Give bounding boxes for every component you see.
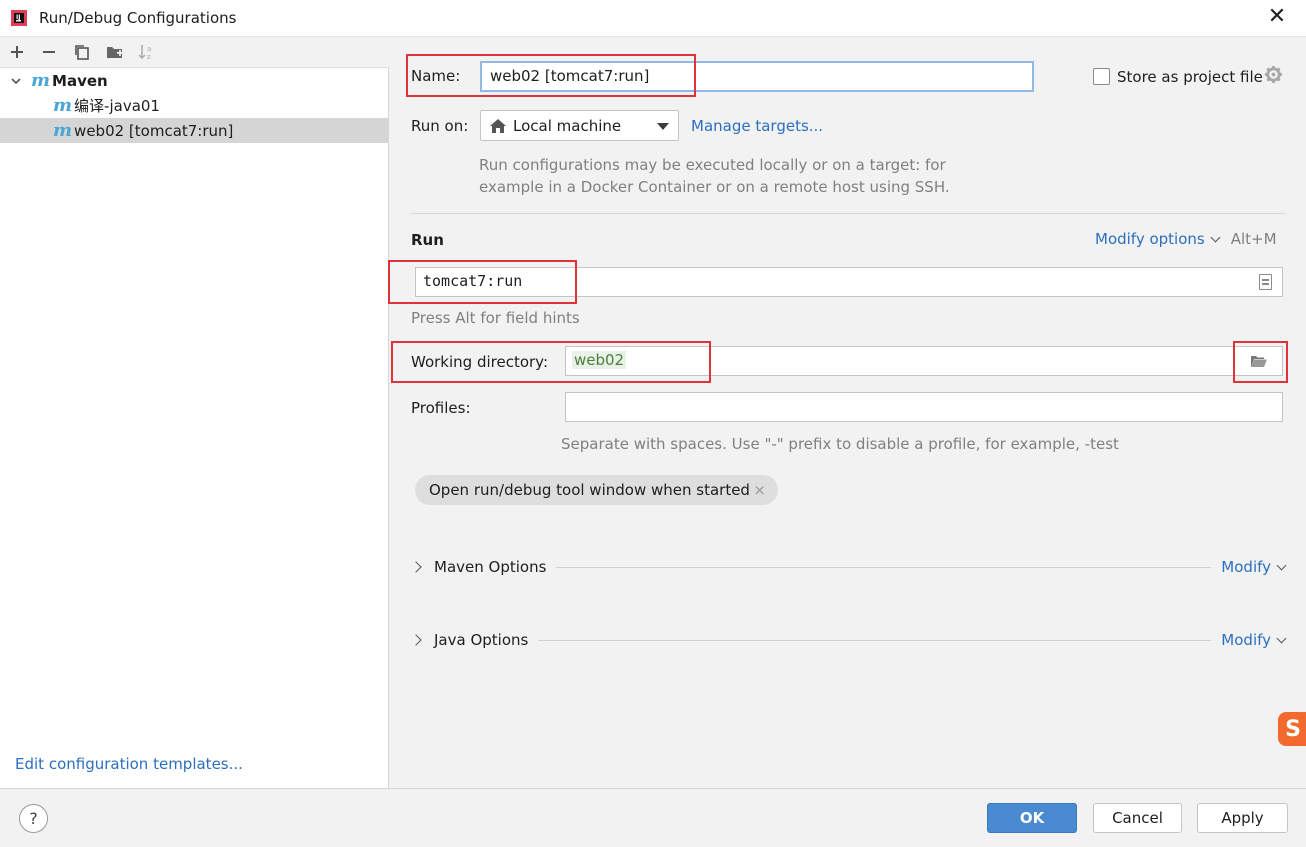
configurations-tree-panel: az m Maven m 编译-java01 m web02 [tomcat7:… <box>0 37 389 788</box>
maven-options-modify-link[interactable]: Modify <box>1221 558 1287 576</box>
chevron-down-icon <box>1210 232 1221 242</box>
manage-targets-link[interactable]: Manage targets... <box>691 117 823 135</box>
gear-icon[interactable] <box>1264 65 1283 84</box>
tree-toolbar: az <box>0 37 389 68</box>
java-options-modify-link[interactable]: Modify <box>1221 631 1287 649</box>
modify-options-dropdown[interactable]: Modify options Alt+M <box>1095 230 1277 248</box>
modify-label: Modify <box>1221 558 1271 576</box>
profiles-input[interactable] <box>565 392 1283 422</box>
intellij-app-icon: IJ <box>11 10 27 26</box>
run-on-label: Run on: <box>411 117 469 135</box>
apply-button[interactable]: Apply <box>1197 803 1288 833</box>
window-title: Run/Debug Configurations <box>39 9 237 27</box>
java-options-section[interactable]: Java Options Modify <box>410 628 1287 652</box>
chevron-right-icon <box>410 561 422 573</box>
maven-icon: m <box>53 120 73 141</box>
run-on-value: Local machine <box>513 116 622 135</box>
chevron-down-icon[interactable] <box>10 75 22 87</box>
maven-options-label: Maven Options <box>434 558 547 576</box>
run-on-hint-line2: example in a Docker Container or on a re… <box>479 178 950 196</box>
profiles-label: Profiles: <box>411 399 471 417</box>
remove-option-icon[interactable]: × <box>753 481 766 499</box>
folder-icon <box>1250 356 1267 367</box>
maven-icon: m <box>53 95 73 116</box>
sort-icon[interactable]: az <box>136 41 158 63</box>
home-icon <box>490 118 506 133</box>
tree-group-maven[interactable]: m Maven <box>0 68 388 93</box>
chevron-right-icon <box>410 634 422 646</box>
add-icon[interactable] <box>6 41 28 63</box>
help-button[interactable]: ? <box>19 804 48 833</box>
sogou-ime-badge-icon[interactable]: S <box>1278 712 1306 746</box>
title-bar: IJ Run/Debug Configurations ✕ <box>0 0 1306 37</box>
dialog-footer: ? OK Cancel Apply <box>0 788 1306 847</box>
dropdown-arrow-icon <box>657 123 669 130</box>
tree-group-label: Maven <box>52 71 108 90</box>
profiles-hint: Separate with spaces. Use "-" prefix to … <box>561 435 1119 453</box>
svg-text:IJ: IJ <box>16 14 20 21</box>
divider <box>411 213 1285 214</box>
section-divider <box>556 566 1212 568</box>
section-divider <box>538 639 1212 641</box>
tree-item-label: web02 [tomcat7:run] <box>74 121 234 140</box>
open-tool-window-option-chip[interactable]: Open run/debug tool window when started … <box>415 475 778 505</box>
chevron-down-icon <box>1276 560 1287 570</box>
new-folder-icon[interactable] <box>104 41 126 63</box>
expand-editor-icon[interactable] <box>1259 274 1272 290</box>
run-section-title: Run <box>411 231 444 249</box>
configuration-form: Name: web02 [tomcat7:run] Store as proje… <box>388 37 1306 788</box>
store-as-project-file-label[interactable]: Store as project file <box>1117 68 1263 86</box>
working-directory-value: web02 <box>572 351 627 369</box>
java-options-label: Java Options <box>434 631 529 649</box>
tree-item-web02[interactable]: m web02 [tomcat7:run] <box>0 118 388 143</box>
command-line-input[interactable]: tomcat7:run <box>415 267 1283 297</box>
working-directory-label: Working directory: <box>411 353 549 371</box>
svg-text:a: a <box>147 45 151 53</box>
cancel-button[interactable]: Cancel <box>1093 803 1182 833</box>
name-input[interactable]: web02 [tomcat7:run] <box>480 61 1034 92</box>
run-on-hint-line1: Run configurations may be executed local… <box>479 156 946 174</box>
store-as-project-file-checkbox[interactable] <box>1093 68 1110 85</box>
modify-options-link[interactable]: Modify options <box>1095 230 1205 248</box>
ok-button[interactable]: OK <box>987 803 1077 833</box>
modify-options-shortcut: Alt+M <box>1230 230 1277 248</box>
browse-folder-button[interactable] <box>1234 347 1282 375</box>
maven-options-section[interactable]: Maven Options Modify <box>410 555 1287 579</box>
tree-item-compile-java01[interactable]: m 编译-java01 <box>0 93 388 118</box>
field-hints-text: Press Alt for field hints <box>411 309 580 327</box>
close-icon[interactable]: ✕ <box>1266 6 1288 28</box>
edit-configuration-templates-link[interactable]: Edit configuration templates... <box>15 755 243 773</box>
maven-icon: m <box>31 70 51 91</box>
name-label: Name: <box>411 67 461 85</box>
svg-text:z: z <box>147 53 151 60</box>
remove-icon[interactable] <box>38 41 60 63</box>
copy-icon[interactable] <box>71 41 93 63</box>
modify-label: Modify <box>1221 631 1271 649</box>
chip-label: Open run/debug tool window when started <box>429 481 750 499</box>
chevron-down-icon <box>1276 633 1287 643</box>
command-line-value: tomcat7:run <box>423 272 523 290</box>
working-directory-input[interactable]: web02 <box>565 346 1283 376</box>
tree-item-label: 编译-java01 <box>74 97 160 115</box>
run-on-select[interactable]: Local machine <box>480 110 679 141</box>
